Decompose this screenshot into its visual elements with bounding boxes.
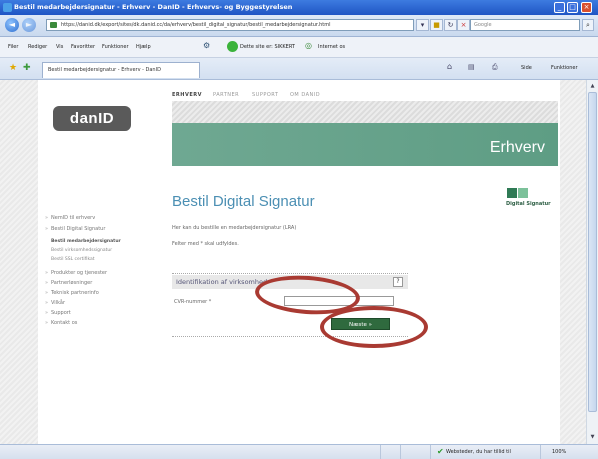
print-icon[interactable]: ⎙ [492,63,498,72]
sidebar-item-partnerlosninger[interactable]: » Partnerløsninger [45,280,92,286]
home-icon[interactable]: ⌂ [447,62,452,71]
security-status[interactable]: Dette site er: SIKKERT [240,44,295,50]
feeds-icon[interactable]: ▤ [468,63,475,71]
cvr-input[interactable] [284,296,394,306]
maximize-button[interactable]: □ [567,2,578,13]
header-pattern [172,101,558,123]
topnav-partner[interactable]: PARTNER [213,92,239,98]
sidebar-item-vilkar[interactable]: » Vilkår [45,300,65,306]
address-toolbar: ◄ ► https://danid.dk/export/sites/dk.dan… [0,15,598,37]
topnav-erhverv[interactable]: ERHVERV [172,92,202,98]
sidebar-item-label: Kontakt os [51,320,78,326]
network-icon: ◎ [305,41,312,50]
sidebar-item-nemid[interactable]: » NemID til erhverv [45,215,95,221]
minimize-button[interactable]: _ [554,2,565,13]
scrollbar-thumb[interactable] [588,92,597,412]
menu-item-hjaelp[interactable]: Hjælp [136,44,151,50]
search-input[interactable]: Google [470,19,580,31]
back-button[interactable]: ◄ [5,18,19,32]
help-icon[interactable]: ? [393,277,403,287]
topnav-om-danid[interactable]: OM DANID [290,92,320,98]
refresh-button[interactable]: ↻ [444,19,457,31]
digital-signatur-logo-mark-light [518,188,528,198]
sidebar-item-support[interactable]: » Support [45,310,71,316]
form-title: Identifikation af virksomhed [176,278,268,286]
cvr-label: CVR-nummer * [174,299,212,305]
search-icon[interactable]: ⌕ [582,19,594,31]
wrench-icon[interactable]: ⚙ [203,41,210,50]
form-header: Identifikation af virksomhed ? [172,275,408,289]
tab-bar: ★ ✚ Bestil medarbejdersignatur - Erhverv… [0,58,598,80]
sidebar-item-label: Teknisk partnerinfo [51,290,99,296]
menu-item-filer[interactable]: Filer [8,44,18,50]
status-divider [400,445,401,459]
vertical-scrollbar[interactable]: ▲ ▼ [586,80,598,444]
next-button[interactable]: Næste » [331,318,390,330]
sidebar-item-bestil-digital-signatur[interactable]: » Bestil Digital Signatur [45,226,105,232]
intro-text: Her kan du bestille en medarbejdersignat… [172,225,297,231]
tab-current[interactable]: Bestil medarbejdersignatur - Erhverv - D… [42,62,200,78]
sidebar-item-label: Bestil Digital Signatur [51,226,106,232]
window-title-bar: Bestil medarbejdersignatur - Erhverv - D… [0,0,598,15]
certificate-icon[interactable]: ■ [430,19,443,31]
close-button[interactable]: × [581,2,592,13]
status-divider [380,445,381,459]
address-text: https://danid.dk/export/sites/dk.danid.c… [61,22,331,28]
page-title: Bestil Digital Signatur [172,193,315,210]
page-right-background [560,80,586,444]
security-zone[interactable]: Websteder, du har tillid til [446,449,511,455]
page-left-background [0,80,38,444]
status-divider [540,445,541,459]
banner-label: Erhverv [489,139,545,156]
required-note: Felter med * skal udfyldes. [172,241,239,247]
scroll-down-icon[interactable]: ▼ [588,432,597,442]
favorites-star-icon[interactable]: ★ [9,63,17,73]
menu-item-vis[interactable]: Vis [56,44,63,50]
security-check-icon [227,41,238,52]
page-menu[interactable]: Side [521,65,532,71]
subnav-bestil-medarbejdersignatur[interactable]: Bestil medarbejdersignatur [51,239,121,244]
stop-button[interactable]: × [457,19,470,31]
digital-signatur-logo-mark [507,188,517,198]
address-bar[interactable]: https://danid.dk/export/sites/dk.danid.c… [46,19,414,31]
subnav-bestil-ssl-certifikat[interactable]: Bestil SSL certifikat [51,257,95,262]
menu-item-funktioner[interactable]: Funktioner [102,44,129,50]
menu-bar: Filer Rediger Vis Favoritter Funktioner … [0,37,598,58]
section-banner: Erhverv [172,123,558,166]
sidebar-item-label: Support [51,310,71,316]
sidebar-item-teknisk-partnerinfo[interactable]: » Teknisk partnerinfo [45,290,99,296]
menu-item-favoritter[interactable]: Favoritter [71,44,95,50]
add-favorite-icon[interactable]: ✚ [23,63,31,73]
tools-menu[interactable]: Funktioner [551,65,578,71]
sidebar-item-label: NemID til erhverv [51,215,96,221]
forward-button[interactable]: ► [22,18,36,32]
sidebar-item-label: Produkter og tjenester [51,270,108,276]
network-status[interactable]: Internet os [318,44,345,50]
digital-signatur-logo-text: Digital Signatur [506,201,551,207]
scroll-up-icon[interactable]: ▲ [588,81,597,91]
subnav-bestil-virksomhedssignatur[interactable]: Bestil virksomhedssignatur [51,248,112,253]
lock-icon[interactable]: ▾ [416,19,429,31]
status-bar: ✔ Websteder, du har tillid til 100% [0,444,598,459]
window-title: Bestil medarbejdersignatur - Erhverv - D… [14,3,293,11]
sidebar-item-label: Vilkår [51,300,66,306]
danid-logo[interactable]: danID [53,106,131,131]
menu-item-rediger[interactable]: Rediger [28,44,47,50]
trusted-zone-check-icon: ✔ [437,447,444,456]
sidebar-item-produkter[interactable]: » Produkter og tjenester [45,270,107,276]
sidebar-item-kontakt[interactable]: » Kontakt os [45,320,77,326]
ie-app-icon [3,3,12,12]
zoom-level[interactable]: 100% [552,449,566,455]
topnav-support[interactable]: SUPPORT [252,92,278,98]
sidebar-item-label: Partnerløsninger [51,280,93,286]
page-icon [50,22,57,28]
status-divider [430,445,431,459]
